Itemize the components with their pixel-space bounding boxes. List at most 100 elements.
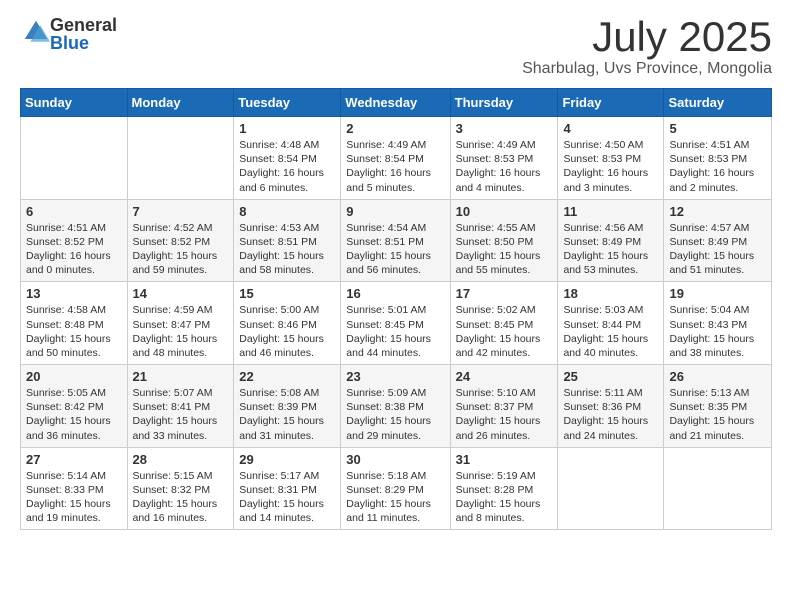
logo-icon bbox=[22, 18, 50, 46]
col-saturday: Saturday bbox=[664, 89, 772, 117]
day-number: 13 bbox=[26, 286, 122, 301]
cell-info: Sunrise: 5:15 AMSunset: 8:32 PMDaylight:… bbox=[133, 469, 229, 526]
day-number: 2 bbox=[346, 121, 444, 136]
header-row: Sunday Monday Tuesday Wednesday Thursday… bbox=[21, 89, 772, 117]
cell-info: Sunrise: 4:51 AMSunset: 8:53 PMDaylight:… bbox=[669, 138, 766, 195]
calendar-cell: 12 Sunrise: 4:57 AMSunset: 8:49 PMDayligh… bbox=[664, 199, 772, 282]
cell-info: Sunrise: 4:54 AMSunset: 8:51 PMDaylight:… bbox=[346, 221, 444, 278]
calendar-header: Sunday Monday Tuesday Wednesday Thursday… bbox=[21, 89, 772, 117]
day-number: 17 bbox=[456, 286, 553, 301]
logo: General Blue bbox=[20, 16, 117, 52]
calendar-cell: 6Sunrise: 4:51 AMSunset: 8:52 PMDaylight… bbox=[21, 199, 128, 282]
cell-info: Sunrise: 4:49 AMSunset: 8:54 PMDaylight:… bbox=[346, 138, 444, 195]
calendar-table: Sunday Monday Tuesday Wednesday Thursday… bbox=[20, 88, 772, 530]
cell-info: Sunrise: 5:17 AMSunset: 8:31 PMDaylight:… bbox=[239, 469, 335, 526]
cell-info: Sunrise: 5:05 AMSunset: 8:42 PMDaylight:… bbox=[26, 386, 122, 443]
day-number: 4 bbox=[563, 121, 658, 136]
cell-info: Sunrise: 4:58 AMSunset: 8:48 PMDaylight:… bbox=[26, 303, 122, 360]
col-friday: Friday bbox=[558, 89, 664, 117]
cell-info: Sunrise: 5:14 AMSunset: 8:33 PMDaylight:… bbox=[26, 469, 122, 526]
cell-info: Sunrise: 4:50 AMSunset: 8:53 PMDaylight:… bbox=[563, 138, 658, 195]
cell-info: Sunrise: 5:08 AMSunset: 8:39 PMDaylight:… bbox=[239, 386, 335, 443]
calendar-cell: 29 Sunrise: 5:17 AMSunset: 8:31 PMDayligh… bbox=[234, 447, 341, 530]
cell-info: Sunrise: 4:49 AMSunset: 8:53 PMDaylight:… bbox=[456, 138, 553, 195]
calendar-cell: 25 Sunrise: 5:11 AMSunset: 8:36 PMDayligh… bbox=[558, 365, 664, 448]
day-number: 23 bbox=[346, 369, 444, 384]
logo-text: General Blue bbox=[50, 16, 117, 52]
cell-info: Sunrise: 5:10 AMSunset: 8:37 PMDaylight:… bbox=[456, 386, 553, 443]
day-number: 18 bbox=[563, 286, 658, 301]
col-monday: Monday bbox=[127, 89, 234, 117]
day-number: 26 bbox=[669, 369, 766, 384]
cell-info: Sunrise: 4:56 AMSunset: 8:49 PMDaylight:… bbox=[563, 221, 658, 278]
day-number: 19 bbox=[669, 286, 766, 301]
calendar-week-1: 1 Sunrise: 4:48 AMSunset: 8:54 PMDaylight… bbox=[21, 117, 772, 200]
calendar-cell: 28 Sunrise: 5:15 AMSunset: 8:32 PMDayligh… bbox=[127, 447, 234, 530]
col-thursday: Thursday bbox=[450, 89, 558, 117]
cell-info: Sunrise: 5:09 AMSunset: 8:38 PMDaylight:… bbox=[346, 386, 444, 443]
page: General Blue July 2025 Sharbulag, Uvs Pr… bbox=[0, 0, 792, 612]
calendar-cell: 11 Sunrise: 4:56 AMSunset: 8:49 PMDayligh… bbox=[558, 199, 664, 282]
calendar-cell: 21Sunrise: 5:07 AMSunset: 8:41 PMDayligh… bbox=[127, 365, 234, 448]
calendar-cell: 8 Sunrise: 4:53 AMSunset: 8:51 PMDaylight… bbox=[234, 199, 341, 282]
calendar-cell: 10Sunrise: 4:55 AMSunset: 8:50 PMDayligh… bbox=[450, 199, 558, 282]
calendar-cell bbox=[558, 447, 664, 530]
day-number: 1 bbox=[239, 121, 335, 136]
calendar-cell: 23 Sunrise: 5:09 AMSunset: 8:38 PMDayligh… bbox=[341, 365, 450, 448]
calendar-week-4: 20 Sunrise: 5:05 AMSunset: 8:42 PMDayligh… bbox=[21, 365, 772, 448]
calendar-cell: 27 Sunrise: 5:14 AMSunset: 8:33 PMDayligh… bbox=[21, 447, 128, 530]
day-number: 15 bbox=[239, 286, 335, 301]
cell-info: Sunrise: 4:53 AMSunset: 8:51 PMDaylight:… bbox=[239, 221, 335, 278]
calendar-cell: 24Sunrise: 5:10 AMSunset: 8:37 PMDayligh… bbox=[450, 365, 558, 448]
cell-info: Sunrise: 5:04 AMSunset: 8:43 PMDaylight:… bbox=[669, 303, 766, 360]
header: General Blue July 2025 Sharbulag, Uvs Pr… bbox=[20, 16, 772, 78]
calendar-cell: 17 Sunrise: 5:02 AMSunset: 8:45 PMDayligh… bbox=[450, 282, 558, 365]
day-number: 14 bbox=[133, 286, 229, 301]
cell-info: Sunrise: 4:52 AMSunset: 8:52 PMDaylight:… bbox=[133, 221, 229, 278]
day-number: 22 bbox=[239, 369, 335, 384]
calendar-body: 1 Sunrise: 4:48 AMSunset: 8:54 PMDaylight… bbox=[21, 117, 772, 530]
day-number: 27 bbox=[26, 452, 122, 467]
cell-info: Sunrise: 5:00 AMSunset: 8:46 PMDaylight:… bbox=[239, 303, 335, 360]
calendar-cell: 1 Sunrise: 4:48 AMSunset: 8:54 PMDaylight… bbox=[234, 117, 341, 200]
calendar-cell: 3 Sunrise: 4:49 AMSunset: 8:53 PMDaylight… bbox=[450, 117, 558, 200]
calendar-cell: 14Sunrise: 4:59 AMSunset: 8:47 PMDayligh… bbox=[127, 282, 234, 365]
calendar-cell: 2 Sunrise: 4:49 AMSunset: 8:54 PMDaylight… bbox=[341, 117, 450, 200]
calendar-cell: 16Sunrise: 5:01 AMSunset: 8:45 PMDayligh… bbox=[341, 282, 450, 365]
day-number: 25 bbox=[563, 369, 658, 384]
cell-info: Sunrise: 5:02 AMSunset: 8:45 PMDaylight:… bbox=[456, 303, 553, 360]
cell-info: Sunrise: 5:11 AMSunset: 8:36 PMDaylight:… bbox=[563, 386, 658, 443]
cell-info: Sunrise: 5:13 AMSunset: 8:35 PMDaylight:… bbox=[669, 386, 766, 443]
calendar-cell: 7Sunrise: 4:52 AMSunset: 8:52 PMDaylight… bbox=[127, 199, 234, 282]
calendar-cell bbox=[664, 447, 772, 530]
location-title: Sharbulag, Uvs Province, Mongolia bbox=[522, 60, 772, 78]
calendar-cell: 4 Sunrise: 4:50 AMSunset: 8:53 PMDaylight… bbox=[558, 117, 664, 200]
logo-blue-text: Blue bbox=[50, 34, 117, 52]
day-number: 28 bbox=[133, 452, 229, 467]
month-title: July 2025 bbox=[522, 16, 772, 58]
calendar-week-2: 6Sunrise: 4:51 AMSunset: 8:52 PMDaylight… bbox=[21, 199, 772, 282]
calendar-cell: 30 Sunrise: 5:18 AMSunset: 8:29 PMDayligh… bbox=[341, 447, 450, 530]
day-number: 12 bbox=[669, 204, 766, 219]
day-number: 30 bbox=[346, 452, 444, 467]
day-number: 11 bbox=[563, 204, 658, 219]
title-section: July 2025 Sharbulag, Uvs Province, Mongo… bbox=[522, 16, 772, 78]
col-sunday: Sunday bbox=[21, 89, 128, 117]
calendar-week-3: 13 Sunrise: 4:58 AMSunset: 8:48 PMDayligh… bbox=[21, 282, 772, 365]
day-number: 29 bbox=[239, 452, 335, 467]
cell-info: Sunrise: 5:01 AMSunset: 8:45 PMDaylight:… bbox=[346, 303, 444, 360]
day-number: 10 bbox=[456, 204, 553, 219]
col-tuesday: Tuesday bbox=[234, 89, 341, 117]
calendar-cell: 19 Sunrise: 5:04 AMSunset: 8:43 PMDayligh… bbox=[664, 282, 772, 365]
day-number: 20 bbox=[26, 369, 122, 384]
cell-info: Sunrise: 4:57 AMSunset: 8:49 PMDaylight:… bbox=[669, 221, 766, 278]
cell-info: Sunrise: 4:51 AMSunset: 8:52 PMDaylight:… bbox=[26, 221, 122, 278]
day-number: 3 bbox=[456, 121, 553, 136]
calendar-cell: 31Sunrise: 5:19 AMSunset: 8:28 PMDayligh… bbox=[450, 447, 558, 530]
calendar-week-5: 27 Sunrise: 5:14 AMSunset: 8:33 PMDayligh… bbox=[21, 447, 772, 530]
cell-info: Sunrise: 5:19 AMSunset: 8:28 PMDaylight:… bbox=[456, 469, 553, 526]
cell-info: Sunrise: 4:48 AMSunset: 8:54 PMDaylight:… bbox=[239, 138, 335, 195]
day-number: 8 bbox=[239, 204, 335, 219]
cell-info: Sunrise: 5:18 AMSunset: 8:29 PMDaylight:… bbox=[346, 469, 444, 526]
calendar-cell: 13 Sunrise: 4:58 AMSunset: 8:48 PMDayligh… bbox=[21, 282, 128, 365]
